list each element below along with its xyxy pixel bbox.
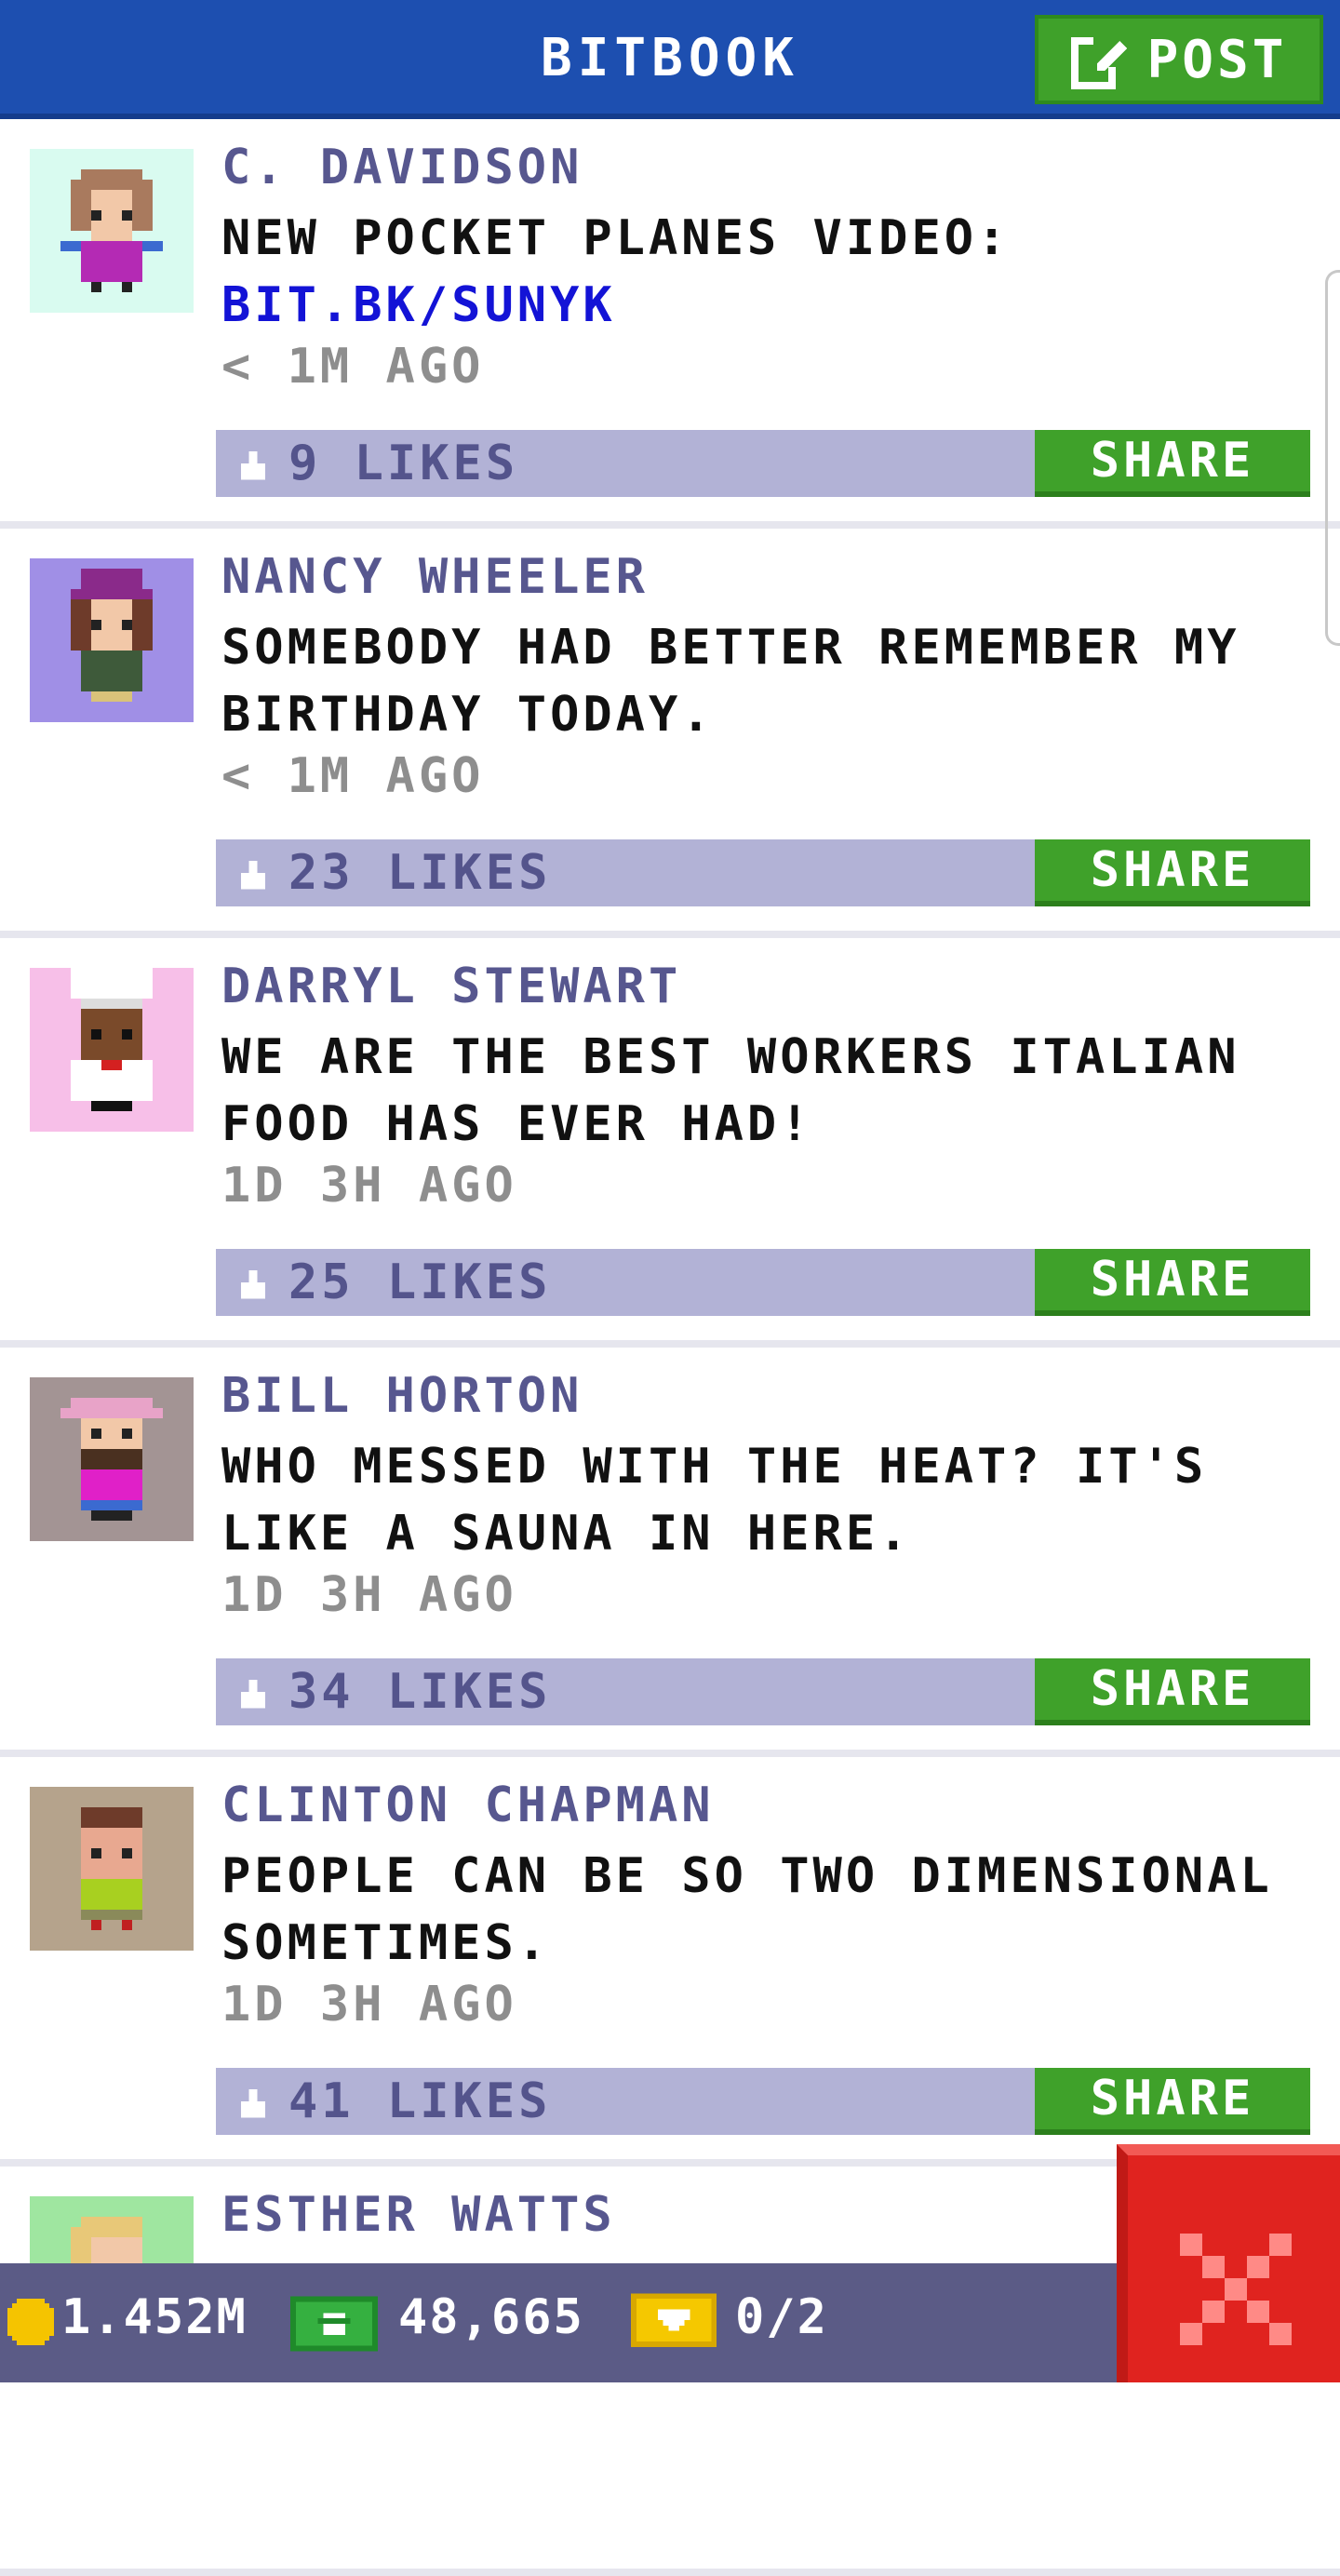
likes-count: 9 LIKES bbox=[288, 436, 519, 491]
coins-value: 1.452M bbox=[61, 2289, 248, 2345]
thumbs-up-icon bbox=[240, 2088, 266, 2118]
avatar[interactable] bbox=[30, 1377, 194, 1541]
post-text: SOMEBODY HAD BETTER REMEMBER MY BIRTHDAY… bbox=[221, 620, 1240, 743]
thumbs-up-icon bbox=[240, 1269, 266, 1299]
share-button[interactable]: SHARE bbox=[1035, 1249, 1310, 1316]
post-author: NANCY WHEELER bbox=[221, 549, 649, 605]
bux-value: 48,665 bbox=[398, 2289, 584, 2345]
share-button[interactable]: SHARE bbox=[1035, 430, 1310, 497]
feed-post: DARRYL STEWART WE ARE THE BEST WORKERS I… bbox=[0, 938, 1340, 1348]
tickets-value: 0/2 bbox=[735, 2289, 828, 2345]
avatar[interactable] bbox=[30, 1787, 194, 1951]
thumbs-up-icon bbox=[240, 450, 266, 480]
post-time: < 1M AGO bbox=[221, 748, 485, 804]
bux-icon bbox=[290, 2296, 378, 2352]
likes-count: 41 LIKES bbox=[288, 2073, 552, 2129]
post-text: PEOPLE CAN BE SO TWO DIMENSIONAL SOMETIM… bbox=[221, 1848, 1273, 1971]
scroll-indicator[interactable] bbox=[1325, 270, 1340, 646]
avatar[interactable] bbox=[30, 968, 194, 1132]
share-button[interactable]: SHARE bbox=[1035, 1658, 1310, 1725]
close-button[interactable] bbox=[1117, 2144, 1340, 2382]
post-text: NEW POCKET PLANES VIDEO: BIT.BK/SUNYK bbox=[221, 205, 1320, 339]
post-author: ESTHER WATTS bbox=[221, 2187, 616, 2243]
likes-count: 23 LIKES bbox=[288, 845, 552, 901]
ticket-icon bbox=[631, 2293, 717, 2347]
post-time: 1D 3H AGO bbox=[221, 1977, 517, 2033]
feed-post: BILL HORTON WHO MESSED WITH THE HEAT? IT… bbox=[0, 1348, 1340, 1757]
post-text: WE ARE THE BEST WORKERS ITALIAN FOOD HAS… bbox=[221, 1029, 1240, 1152]
feed-post: NANCY WHEELER SOMEBODY HAD BETTER REMEMB… bbox=[0, 529, 1340, 938]
post-link[interactable]: BIT.BK/SUNYK bbox=[221, 272, 1320, 339]
close-icon bbox=[1180, 2234, 1292, 2345]
avatar[interactable] bbox=[30, 558, 194, 722]
post-author: C. DAVIDSON bbox=[221, 140, 583, 195]
post-time: 1D 3H AGO bbox=[221, 1567, 517, 1623]
share-button[interactable]: SHARE bbox=[1035, 2068, 1310, 2135]
thumbs-up-icon bbox=[240, 1679, 266, 1709]
edit-icon bbox=[1070, 34, 1127, 89]
post-time: < 1M AGO bbox=[221, 339, 485, 395]
coin-icon bbox=[7, 2299, 54, 2345]
post-author: CLINTON CHAPMAN bbox=[221, 1778, 715, 1833]
feed-post: CLINTON CHAPMAN PEOPLE CAN BE SO TWO DIM… bbox=[0, 1757, 1340, 2167]
post-text: WHO MESSED WITH THE HEAT? IT'S LIKE A SA… bbox=[221, 1439, 1208, 1562]
likes-count: 34 LIKES bbox=[288, 1664, 552, 1720]
post-author: DARRYL STEWART bbox=[221, 959, 682, 1014]
post-author: BILL HORTON bbox=[221, 1368, 583, 1424]
post-time: 1D 3H AGO bbox=[221, 1158, 517, 1214]
avatar[interactable] bbox=[30, 149, 194, 313]
likes-count: 25 LIKES bbox=[288, 1254, 552, 1310]
thumbs-up-icon bbox=[240, 860, 266, 890]
feed-post: C. DAVIDSON NEW POCKET PLANES VIDEO: BIT… bbox=[0, 119, 1340, 529]
post-button-label: POST bbox=[1146, 29, 1288, 90]
post-button[interactable]: POST bbox=[1035, 15, 1323, 104]
post-text-body: NEW POCKET PLANES VIDEO: bbox=[221, 210, 1011, 266]
top-header: BITBOOK POST bbox=[0, 0, 1340, 119]
share-button[interactable]: SHARE bbox=[1035, 839, 1310, 906]
